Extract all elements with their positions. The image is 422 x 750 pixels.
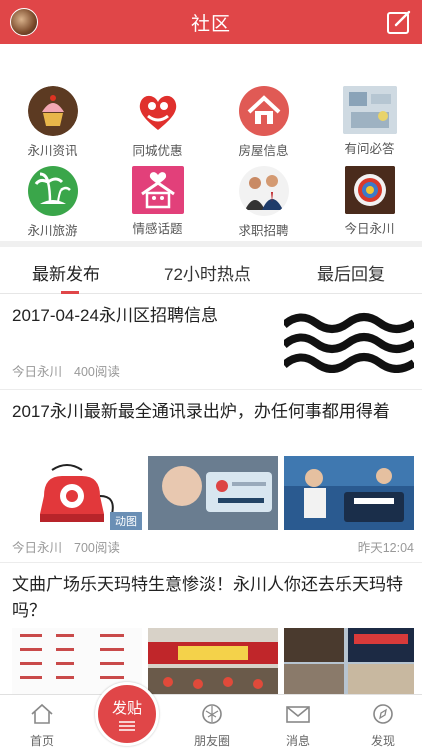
article-thumbnail xyxy=(284,628,414,694)
tab-72h-hot[interactable]: 72小时热点 xyxy=(164,260,251,285)
nav-moments[interactable]: 朋友圈 xyxy=(172,703,252,749)
list-item[interactable]: 2017-04-24永川区招聘信息 今日永川 400阅读 xyxy=(0,295,422,390)
bottom-nav: 首页 朋友圈 消息 发现 xyxy=(0,694,422,750)
article-source: 今日永川 xyxy=(12,541,63,555)
article-meta: 今日永川 400阅读 xyxy=(12,361,132,380)
article-meta: 今日永川 700阅读 xyxy=(12,537,132,556)
cupcake-icon xyxy=(27,86,78,136)
category-qa[interactable]: 有问必答 xyxy=(317,86,422,157)
nav-home[interactable]: 首页 xyxy=(2,703,82,749)
article-thumbnail: 动图 xyxy=(12,456,142,530)
article-thumbnail xyxy=(284,456,414,530)
user-avatar[interactable] xyxy=(10,8,38,36)
article-source: 今日永川 xyxy=(12,365,63,379)
animated-badge: 动图 xyxy=(110,512,142,530)
article-thumbnail xyxy=(148,456,278,530)
article-reads: 700阅读 xyxy=(74,541,120,555)
article-time: 昨天12:04 xyxy=(357,541,414,555)
category-grid: 永川资讯 同城优惠 房屋信息 有问必答 永川旅游 情感话题 求职招聘 今日永川 xyxy=(0,82,422,238)
category-label: 情感话题 xyxy=(132,222,183,236)
article-thumbnail xyxy=(148,628,278,694)
section-divider xyxy=(0,241,422,247)
nav-discover[interactable]: 发现 xyxy=(343,703,422,749)
post-button[interactable]: 发贴 xyxy=(95,682,159,746)
home-icon xyxy=(31,703,53,724)
category-travel[interactable]: 永川旅游 xyxy=(0,166,105,239)
category-today[interactable]: 今日永川 xyxy=(317,166,422,237)
article-reads: 400阅读 xyxy=(74,365,120,379)
category-emotion[interactable]: 情感话题 xyxy=(105,166,210,237)
app-header: 社区 xyxy=(0,0,422,44)
category-label: 永川旅游 xyxy=(27,224,78,238)
nav-messages[interactable]: 消息 xyxy=(258,703,338,749)
mail-icon xyxy=(286,706,310,723)
post-button-label: 发贴 xyxy=(111,700,142,717)
category-deals[interactable]: 同城优惠 xyxy=(105,86,210,159)
job-people-icon xyxy=(238,166,289,216)
category-housing[interactable]: 房屋信息 xyxy=(211,86,316,159)
tab-last-reply[interactable]: 最后回复 xyxy=(317,260,385,285)
menu-icon xyxy=(119,721,135,731)
nav-label: 消息 xyxy=(285,734,310,748)
house-icon xyxy=(238,86,289,136)
active-tab-indicator xyxy=(61,291,79,294)
palm-island-icon xyxy=(27,166,78,216)
list-item[interactable]: 2017永川最新最全通讯录出炉，办任何事都用得着 动图 今日永川 700阅读 昨… xyxy=(0,391,422,563)
nav-label: 首页 xyxy=(29,734,54,748)
list-item[interactable]: 文曲广场乐天玛特生意惨淡！永川人你还去乐天玛特吗？ xyxy=(0,564,422,694)
category-label: 求职招聘 xyxy=(238,224,289,238)
category-jobs[interactable]: 求职招聘 xyxy=(211,166,316,239)
target-icon xyxy=(344,166,395,214)
category-label: 永川资讯 xyxy=(27,144,78,158)
page-title: 社区 xyxy=(190,13,231,35)
tab-latest[interactable]: 最新发布 xyxy=(32,260,100,285)
hearts-icon xyxy=(133,86,183,136)
article-thumbnail xyxy=(284,311,414,373)
feed-tabs: 最新发布 72小时热点 最后回复 xyxy=(0,250,422,294)
nav-label: 发现 xyxy=(370,734,395,748)
category-label: 有问必答 xyxy=(344,142,395,156)
article-title: 文曲广场乐天玛特生意惨淡！永川人你还去乐天玛特吗？ xyxy=(12,575,403,620)
qa-icon xyxy=(342,86,397,134)
category-label: 今日永川 xyxy=(344,222,395,236)
heart-house-icon xyxy=(131,166,184,214)
compass-icon xyxy=(373,704,393,724)
moments-icon xyxy=(202,704,222,724)
compose-icon[interactable] xyxy=(386,9,412,35)
nav-label: 朋友圈 xyxy=(193,734,230,748)
category-label: 房屋信息 xyxy=(238,144,289,158)
category-label: 同城优惠 xyxy=(132,144,183,158)
category-news[interactable]: 永川资讯 xyxy=(0,86,105,159)
article-title: 2017永川最新最全通讯录出炉，办任何事都用得着 xyxy=(12,402,390,421)
article-title: 2017-04-24永川区招聘信息 xyxy=(12,306,218,325)
